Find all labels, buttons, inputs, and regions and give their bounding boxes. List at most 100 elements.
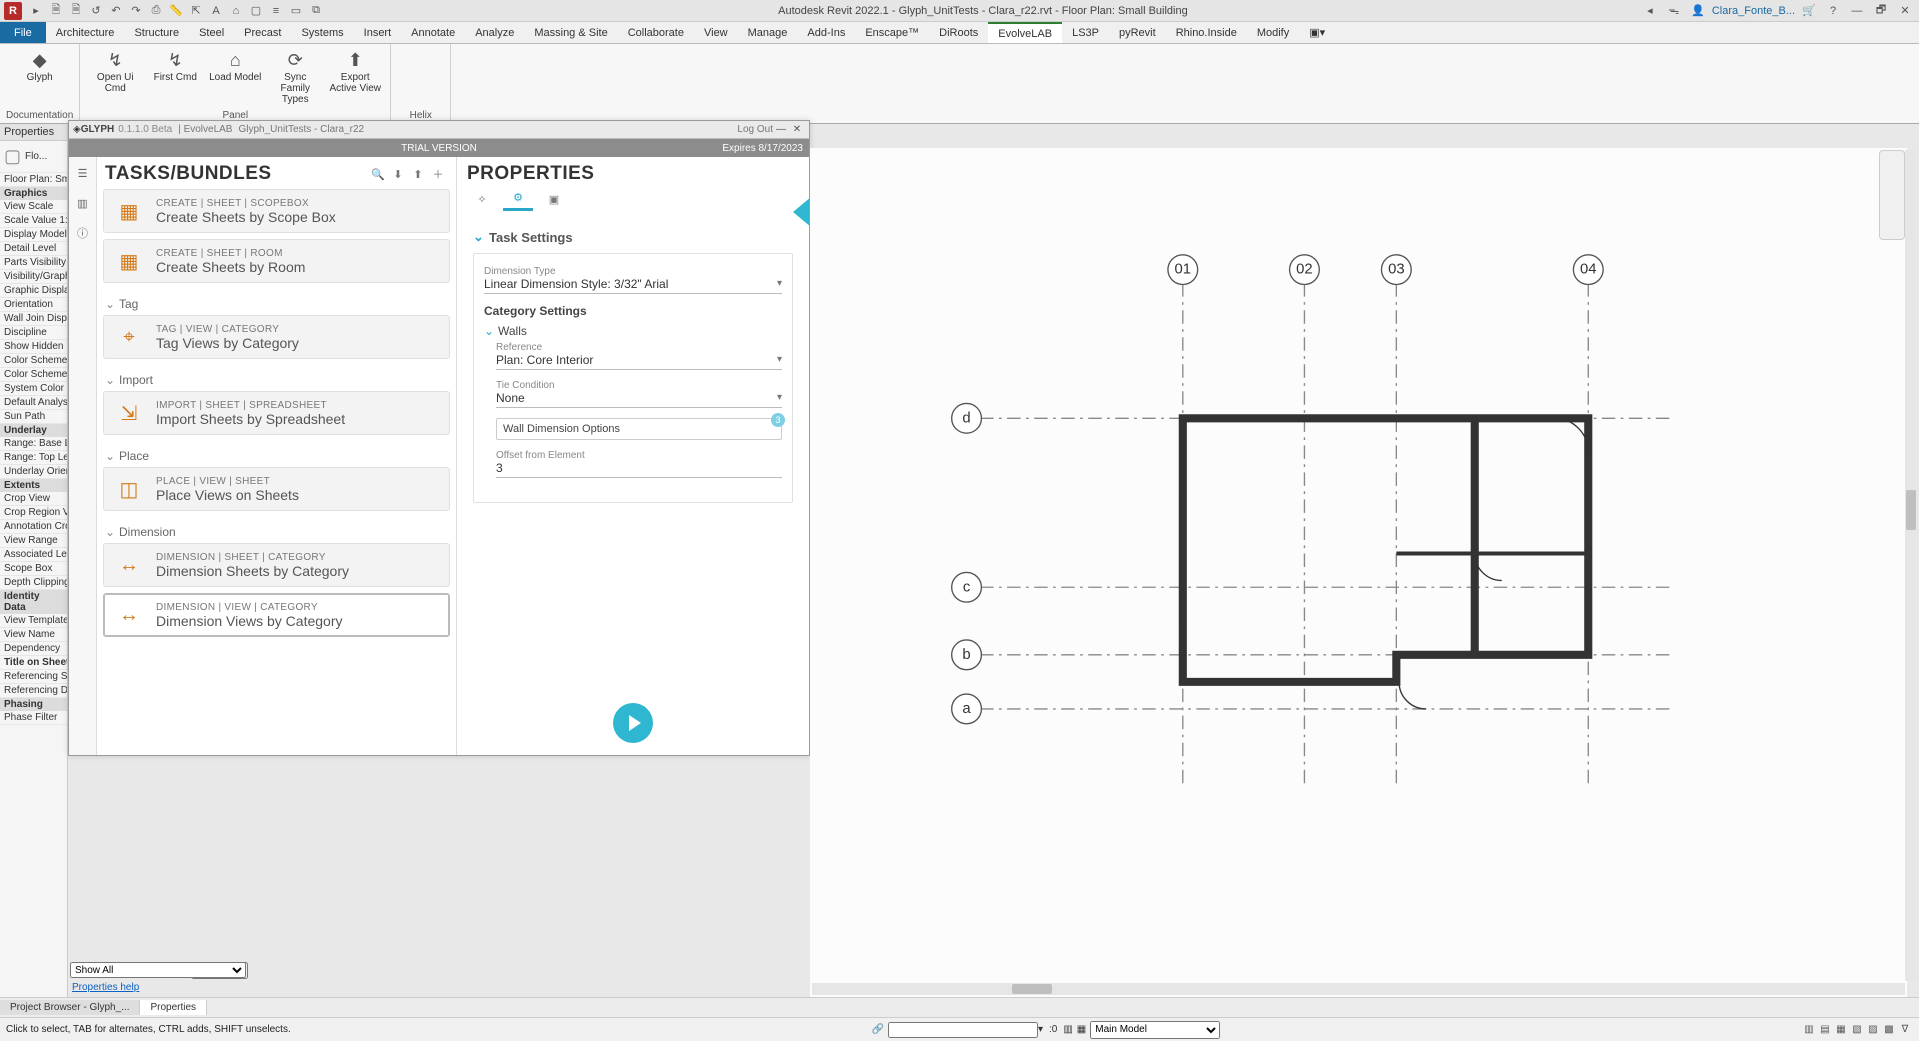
prop-row[interactable]: Display Model (0, 228, 67, 242)
add-icon[interactable]: ＋ (428, 164, 448, 184)
prop-row[interactable]: Crop View (0, 492, 67, 506)
ribbon-btn-firstcmd[interactable]: ↯First Cmd (146, 46, 204, 109)
offset-field[interactable]: Offset from Element 3 (496, 450, 782, 478)
prop-row[interactable]: Referencing De (0, 684, 67, 698)
task-group-dimension[interactable]: ⌄Dimension (103, 517, 450, 543)
status-icon[interactable]: ▨ (1865, 1022, 1881, 1038)
tab-diroots[interactable]: DiRoots (929, 22, 988, 43)
tab-ls3p[interactable]: LS3P (1062, 22, 1109, 43)
upload-icon[interactable]: ⬆ (408, 164, 428, 184)
tab-annotate[interactable]: Annotate (401, 22, 465, 43)
qat-user-icon[interactable]: 👤 (1688, 2, 1708, 20)
tab-properties[interactable]: Properties (140, 1000, 207, 1015)
ribbon-btn-loadmodel[interactable]: ⌂Load Model (206, 46, 264, 109)
tab-manage[interactable]: Manage (738, 22, 798, 43)
qat-left-icon[interactable]: ◂ (1640, 2, 1660, 20)
task-card-place-views[interactable]: ◫ PLACE | VIEW | SHEETPlace Views on She… (103, 467, 450, 511)
prop-row[interactable]: Discipline (0, 326, 67, 340)
type-selector[interactable]: Flo... (25, 151, 47, 162)
tab-overflow-icon[interactable]: ▣▾ (1299, 22, 1335, 43)
prop-row[interactable]: Range: Base Le (0, 437, 67, 451)
task-group-tag[interactable]: ⌄Tag (103, 289, 450, 315)
reference-field[interactable]: Reference Plan: Core Interior ▾ (496, 342, 782, 370)
task-card-import-sheets[interactable]: ⇲ IMPORT | SHEET | SPREADSHEETImport She… (103, 391, 450, 435)
task-card-dim-views[interactable]: ↔ DIMENSION | VIEW | CATEGORYDimension V… (103, 593, 450, 637)
list-icon[interactable]: ☰ (73, 163, 93, 183)
tab-architecture[interactable]: Architecture (46, 22, 125, 43)
qat-saveall-icon[interactable]: 🗎 (66, 2, 86, 20)
tab-rhino[interactable]: Rhino.Inside (1166, 22, 1247, 43)
ribbon-btn-glyph[interactable]: ◆ Glyph (11, 46, 69, 109)
prop-row[interactable]: Dependency (0, 642, 67, 656)
task-card-dim-sheets[interactable]: ↔ DIMENSION | SHEET | CATEGORYDimension … (103, 543, 450, 587)
prop-row[interactable]: Graphic Display (0, 284, 67, 298)
props-tab-wand-icon[interactable]: ✧ (467, 187, 497, 211)
tie-condition-field[interactable]: Tie Condition None ▾ (496, 380, 782, 408)
glyph-minimize-icon[interactable]: — (773, 124, 789, 135)
prop-row[interactable]: Parts Visibility (0, 256, 67, 270)
tab-systems[interactable]: Systems (291, 22, 353, 43)
props-tab-panel-icon[interactable]: ▣ (539, 187, 569, 211)
tab-project-browser[interactable]: Project Browser - Glyph_... (0, 1000, 140, 1015)
status-icon[interactable]: ▧ (1849, 1022, 1865, 1038)
qat-thin-icon[interactable]: ≡ (266, 2, 286, 20)
drawing-canvas[interactable]: 01 02 03 04 d c b a (810, 148, 1907, 1013)
qat-help-icon[interactable]: ? (1823, 2, 1843, 20)
signed-in-user[interactable]: Clara_Fonte_B... (1712, 5, 1795, 17)
qat-text-icon[interactable]: A (206, 2, 226, 20)
prop-row[interactable]: Associated Lev (0, 548, 67, 562)
prop-row[interactable]: Annotation Cro (0, 520, 67, 534)
tab-file[interactable]: File (0, 22, 46, 43)
wall-dimension-options-button[interactable]: Wall Dimension Options 3 (496, 418, 782, 440)
tab-structure[interactable]: Structure (124, 22, 189, 43)
tasks-list[interactable]: ▦ CREATE | SHEET | SCOPEBOXCreate Sheets… (97, 189, 456, 755)
tab-analyze[interactable]: Analyze (465, 22, 524, 43)
qat-redo-icon[interactable]: ↷ (126, 2, 146, 20)
task-group-place[interactable]: ⌄Place (103, 441, 450, 467)
tab-precast[interactable]: Precast (234, 22, 291, 43)
filter-icon[interactable]: ▥ (1063, 1024, 1072, 1035)
task-card-create-scopebox[interactable]: ▦ CREATE | SHEET | SCOPEBOXCreate Sheets… (103, 189, 450, 233)
task-card-tag-views[interactable]: ⌖ TAG | VIEW | CATEGORYTag Views by Cate… (103, 315, 450, 359)
glyph-logout-link[interactable]: Log Out (737, 124, 773, 135)
dimension-type-field[interactable]: Dimension Type Linear Dimension Style: 3… (484, 266, 782, 294)
prop-row[interactable]: View Scale (0, 200, 67, 214)
status-icon[interactable]: ▥ (1801, 1022, 1817, 1038)
task-settings-header[interactable]: ⌄Task Settings (473, 229, 793, 245)
qat-3d-icon[interactable]: ⌂ (226, 2, 246, 20)
status-filter-icon[interactable]: ∇ (1897, 1022, 1913, 1038)
navigation-bar[interactable] (1879, 150, 1905, 240)
prop-row[interactable]: Wall Join Displa (0, 312, 67, 326)
search-icon[interactable]: 🔍 (368, 164, 388, 184)
tab-enscape[interactable]: Enscape™ (855, 22, 929, 43)
chart-icon[interactable]: ▥ (73, 193, 93, 213)
status-icon[interactable]: ▤ (1817, 1022, 1833, 1038)
task-card-create-room[interactable]: ▦ CREATE | SHEET | ROOMCreate Sheets by … (103, 239, 450, 283)
tab-collaborate[interactable]: Collaborate (618, 22, 694, 43)
qat-save-icon[interactable]: 🗎 (46, 2, 66, 20)
prop-row[interactable]: System Color S (0, 382, 67, 396)
qat-infocenter-icon[interactable]: ᯓ (1664, 2, 1684, 20)
prop-row[interactable]: Orientation (0, 298, 67, 312)
prop-row[interactable]: Color Scheme (0, 354, 67, 368)
glyph-close-icon[interactable]: ✕ (789, 124, 805, 135)
qat-close-icon[interactable]: ▭ (286, 2, 306, 20)
qat-switch-icon[interactable]: ⧉ (306, 2, 326, 20)
prop-row[interactable]: Visibility/Graph (0, 270, 67, 284)
window-close-icon[interactable]: ✕ (1895, 2, 1915, 20)
prop-row[interactable]: Referencing Sh (0, 670, 67, 684)
selection-filter-input[interactable] (888, 1022, 1038, 1038)
prop-row[interactable]: Underlay Orien (0, 465, 67, 479)
qat-open-icon[interactable]: ▸ (26, 2, 46, 20)
prop-row[interactable]: Crop Region Vi (0, 506, 67, 520)
status-icon[interactable]: ▩ (1881, 1022, 1897, 1038)
prop-row[interactable]: View Template (0, 614, 67, 628)
instance-selector[interactable]: Floor Plan: Sma (0, 173, 67, 187)
qat-section-icon[interactable]: ▢ (246, 2, 266, 20)
prop-row[interactable]: Color Scheme (0, 368, 67, 382)
prop-row[interactable]: Default Analysi (0, 396, 67, 410)
info-icon[interactable]: ⓘ (73, 223, 93, 243)
canvas-scrollbar-horizontal[interactable] (812, 983, 1905, 995)
ribbon-btn-sync[interactable]: ⟳Sync Family Types (266, 46, 324, 109)
workset-select[interactable]: Main Model (1090, 1021, 1220, 1039)
